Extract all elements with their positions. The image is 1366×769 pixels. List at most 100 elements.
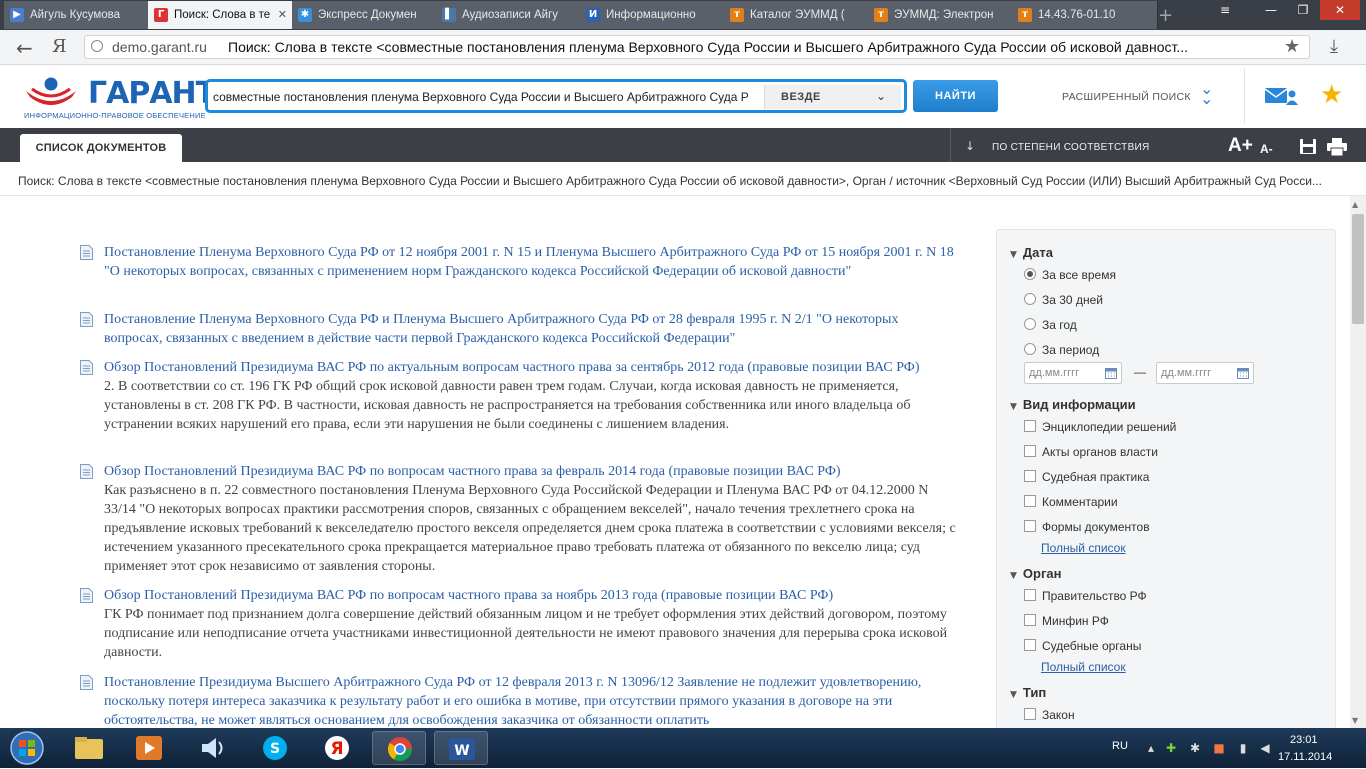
radio-icon[interactable]	[1024, 343, 1036, 355]
checkbox[interactable]	[1024, 520, 1036, 532]
network-add-icon[interactable]: ✚	[1164, 741, 1178, 755]
clock-date[interactable]: 17.11.2014	[1278, 751, 1332, 763]
document-icon	[80, 245, 93, 260]
document-icon	[80, 588, 93, 603]
checkbox[interactable]	[1024, 639, 1036, 651]
result-title-link[interactable]: Обзор Постановлений Президиума ВАС РФ по…	[104, 358, 958, 377]
new-tab-button[interactable]: +	[1158, 5, 1173, 26]
close-tab-icon[interactable]: ✕	[278, 8, 287, 21]
volume-icon[interactable]: ◀	[1258, 741, 1272, 755]
filter-type-heading[interactable]: ▼ Тип	[1010, 685, 1046, 700]
info-type-option[interactable]: Энциклопедии решений	[1024, 420, 1176, 434]
organ-option[interactable]: Минфин РФ	[1024, 614, 1109, 628]
tab-document-list[interactable]: СПИСОК ДОКУМЕНТОВ	[20, 134, 182, 162]
close-window-icon[interactable]: ✕	[1320, 0, 1360, 20]
date-option-period[interactable]: За период	[1024, 343, 1099, 357]
result-title-link[interactable]: Постановление Пленума Верховного Суда РФ…	[104, 243, 958, 281]
checkbox[interactable]	[1024, 708, 1036, 720]
browser-tab[interactable]: И Информационно	[580, 1, 726, 29]
date-option-all[interactable]: За все время	[1024, 268, 1116, 282]
sort-by-relevance[interactable]: ПО СТЕПЕНИ СООТВЕТСТВИЯ	[992, 142, 1150, 153]
info-type-full-list-link[interactable]: Полный список	[1041, 541, 1126, 555]
date-option-year[interactable]: За год	[1024, 318, 1077, 332]
svg-text:W: W	[454, 743, 469, 759]
date-to-input[interactable]: дд.мм.гггг	[1156, 362, 1254, 384]
checkbox[interactable]	[1024, 470, 1036, 482]
checkbox[interactable]	[1024, 614, 1036, 626]
taskbar-media-player-icon[interactable]	[122, 731, 176, 765]
taskbar-chrome-icon[interactable]	[372, 731, 426, 765]
filter-date-heading[interactable]: ▼ Дата	[1010, 245, 1053, 260]
print-icon[interactable]	[1326, 138, 1348, 156]
garant-logo[interactable]: ГАРАНТ	[88, 76, 216, 111]
site-info-icon[interactable]	[91, 40, 103, 52]
clock-time[interactable]: 23:01	[1290, 734, 1318, 746]
mail-icon[interactable]	[1264, 86, 1298, 106]
svg-text:S: S	[270, 741, 280, 757]
taskbar-word-icon[interactable]: W	[434, 731, 488, 765]
browser-tab[interactable]: ▶ Айгуль Кусумова	[4, 1, 150, 29]
taskbar-audio-icon[interactable]	[186, 731, 240, 765]
garant-logo-icon[interactable]	[24, 75, 78, 109]
browser-tab[interactable]: т ЭУММД: Электрон	[868, 1, 1014, 29]
favorites-star-icon[interactable]: ★	[1320, 80, 1343, 110]
date-option-30-days[interactable]: За 30 дней	[1024, 293, 1103, 307]
organ-option[interactable]: Правительство РФ	[1024, 589, 1147, 603]
info-type-option[interactable]: Судебная практика	[1024, 470, 1149, 484]
result-title-link[interactable]: Постановление Пленума Верховного Суда РФ…	[104, 310, 958, 348]
bookmark-star-icon[interactable]: ★	[1284, 36, 1300, 57]
info-type-option[interactable]: Формы документов	[1024, 520, 1150, 534]
taskbar-explorer-icon[interactable]	[62, 731, 116, 765]
browser-tab[interactable]: ▌ Аудиозаписи Айгу	[436, 1, 582, 29]
browser-tab[interactable]: т 14.43.76-01.10	[1012, 1, 1158, 29]
checkbox[interactable]	[1024, 420, 1036, 432]
start-button-icon[interactable]	[4, 729, 50, 767]
radio-icon[interactable]	[1024, 268, 1036, 280]
download-icon[interactable]: ⤓	[1330, 36, 1338, 57]
calendar-icon[interactable]	[1105, 367, 1117, 379]
scroll-up-icon[interactable]: ▲	[1352, 200, 1358, 209]
browser-tab[interactable]: ✱ Экспресс Докумен	[292, 1, 438, 29]
search-input[interactable]: совместные постановления пленума Верховн…	[213, 90, 761, 104]
taskbar-yandex-icon[interactable]: Я	[310, 731, 364, 765]
radio-icon[interactable]	[1024, 318, 1036, 330]
usb-device-icon[interactable]: ■	[1212, 741, 1226, 755]
save-icon[interactable]	[1299, 138, 1317, 155]
organ-option[interactable]: Судебные органы	[1024, 639, 1141, 653]
minimize-icon[interactable]: —	[1256, 0, 1286, 20]
scrollbar-thumb[interactable]	[1352, 214, 1364, 324]
yandex-button[interactable]: Я	[52, 36, 67, 57]
show-hidden-icons[interactable]: ▴	[1144, 741, 1158, 755]
taskbar-skype-icon[interactable]: S	[248, 731, 302, 765]
scroll-down-icon[interactable]: ▼	[1352, 716, 1358, 725]
find-button[interactable]: НАЙТИ	[913, 80, 998, 112]
font-increase-button[interactable]: A+	[1228, 135, 1253, 157]
checkbox[interactable]	[1024, 589, 1036, 601]
calendar-icon[interactable]	[1237, 367, 1249, 379]
font-decrease-button[interactable]: A-	[1260, 142, 1273, 156]
radio-icon[interactable]	[1024, 293, 1036, 305]
result-title-link[interactable]: Обзор Постановлений Президиума ВАС РФ по…	[104, 586, 958, 605]
info-type-option[interactable]: Акты органов власти	[1024, 445, 1158, 459]
back-button[interactable]: ←	[16, 36, 33, 60]
bluetooth-icon[interactable]: ✱	[1188, 741, 1202, 755]
advanced-search-link[interactable]: РАСШИРЕННЫЙ ПОИСК	[1062, 91, 1191, 103]
sort-arrow-icon[interactable]: ↓	[965, 139, 975, 153]
filter-info-type-heading[interactable]: ▼ Вид информации	[1010, 397, 1136, 412]
result-title-link[interactable]: Постановление Президиума Высшего Арбитра…	[104, 673, 958, 730]
restore-icon[interactable]: ❐	[1288, 0, 1318, 20]
checkbox[interactable]	[1024, 445, 1036, 457]
organ-full-list-link[interactable]: Полный список	[1041, 660, 1126, 674]
window-menu-icon[interactable]: ≡	[1206, 0, 1244, 20]
browser-tab[interactable]: т Каталог ЭУММД (	[724, 1, 870, 29]
checkbox[interactable]	[1024, 495, 1036, 507]
result-title-link[interactable]: Обзор Постановлений Президиума ВАС РФ по…	[104, 462, 958, 481]
type-option[interactable]: Закон	[1024, 708, 1075, 722]
keyboard-language[interactable]: RU	[1112, 740, 1128, 752]
filter-organ-heading[interactable]: ▼ Орган	[1010, 566, 1061, 581]
signal-icon[interactable]: ▮	[1236, 741, 1250, 755]
date-from-input[interactable]: дд.мм.гггг	[1024, 362, 1122, 384]
info-type-option[interactable]: Комментарии	[1024, 495, 1118, 509]
browser-tab[interactable]: Г Поиск: Слова в те ✕	[148, 1, 294, 29]
double-chevron-down-icon[interactable]: ⌄ ⌄	[1200, 81, 1213, 107]
